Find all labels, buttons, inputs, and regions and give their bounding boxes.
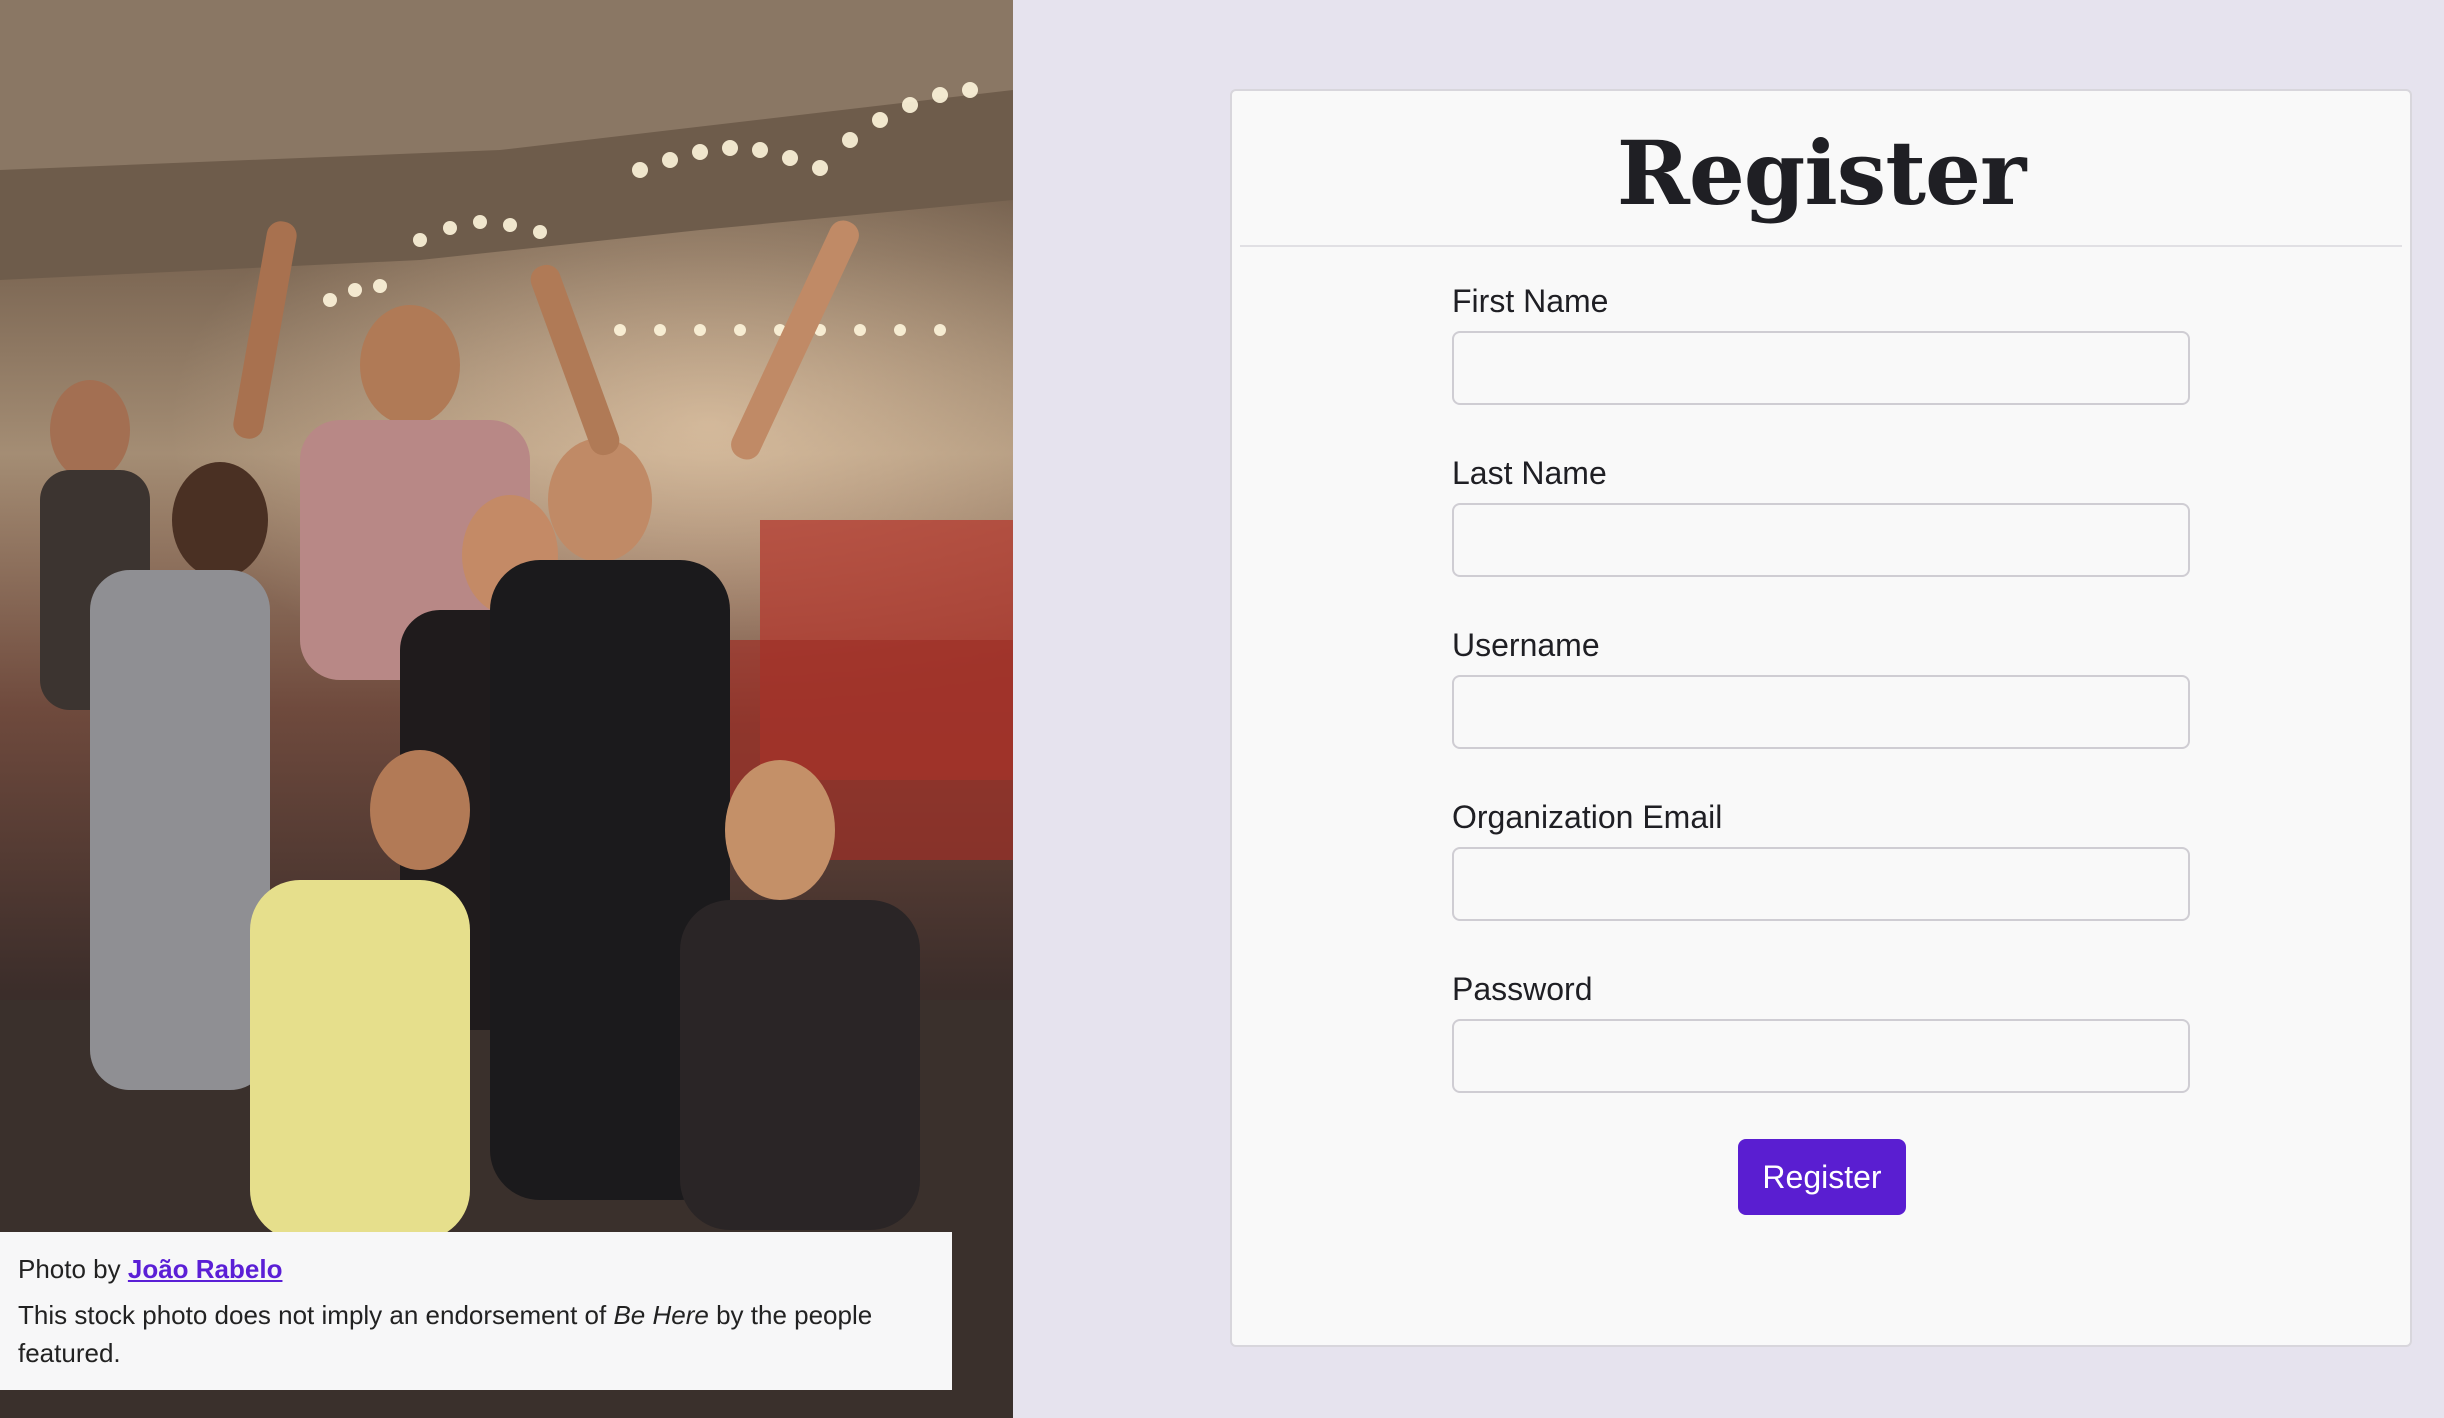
- title-divider: [1240, 245, 2402, 247]
- photographer-link[interactable]: João Rabelo: [128, 1254, 283, 1284]
- photo-disclaimer: This stock photo does not imply an endor…: [18, 1296, 934, 1372]
- password-label: Password: [1452, 971, 1593, 1007]
- password-input[interactable]: [1452, 1019, 2190, 1093]
- register-page: Photo by João Rabelo This stock photo do…: [0, 0, 2444, 1418]
- photo-credit: Photo by João Rabelo: [18, 1250, 934, 1288]
- last-name-label: Last Name: [1452, 455, 1607, 491]
- username-label: Username: [1452, 627, 1600, 663]
- username-input[interactable]: [1452, 675, 2190, 749]
- hero-photo: Photo by João Rabelo This stock photo do…: [0, 0, 1013, 1418]
- first-name-label: First Name: [1452, 283, 1609, 319]
- last-name-field: Last Name: [1452, 453, 2190, 577]
- photo-illustration: [0, 0, 1013, 1418]
- first-name-input[interactable]: [1452, 331, 2190, 405]
- first-name-field: First Name: [1452, 281, 2190, 405]
- disclaimer-text: This stock photo does not imply an endor…: [18, 1300, 607, 1330]
- username-field: Username: [1452, 625, 2190, 749]
- page-title: Register: [1616, 121, 2027, 225]
- last-name-input[interactable]: [1452, 503, 2190, 577]
- brand-name: Be Here: [613, 1300, 709, 1330]
- organization-email-label: Organization Email: [1452, 799, 1723, 835]
- register-card: Register First Name Last Name Username O…: [1230, 89, 2412, 1347]
- register-button[interactable]: Register: [1738, 1139, 1906, 1215]
- organization-email-input[interactable]: [1452, 847, 2190, 921]
- credit-prefix: Photo by: [18, 1254, 121, 1284]
- organization-email-field: Organization Email: [1452, 797, 2190, 921]
- photo-caption: Photo by João Rabelo This stock photo do…: [0, 1232, 952, 1390]
- password-field: Password: [1452, 969, 2190, 1093]
